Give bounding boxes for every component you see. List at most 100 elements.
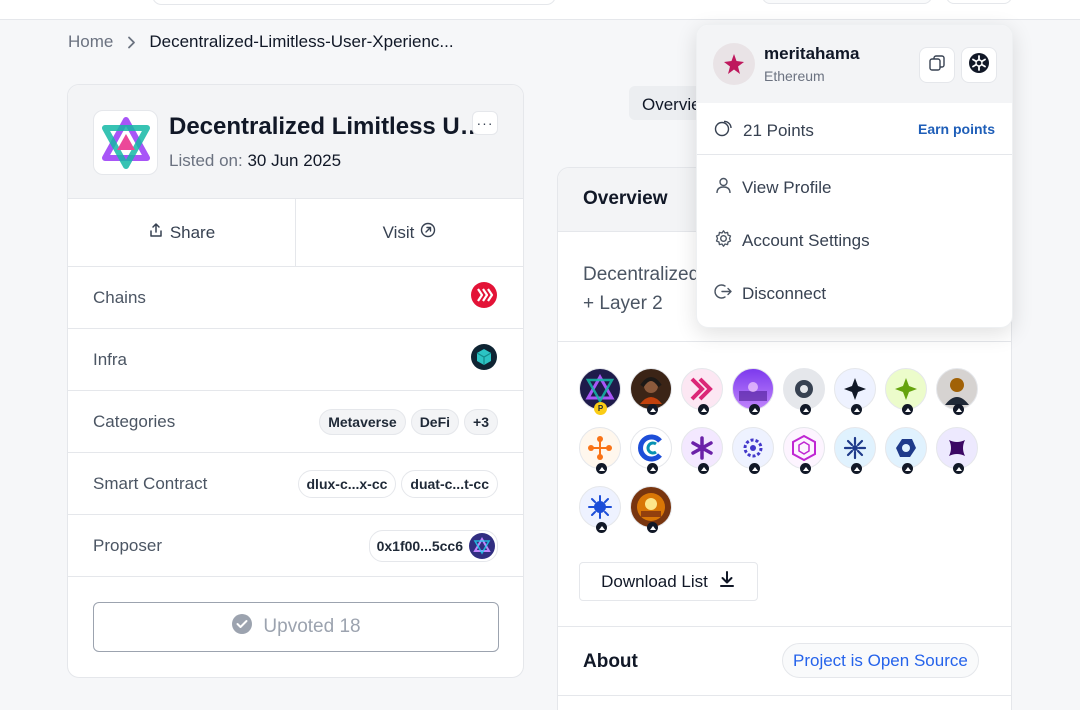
menu-item-view-profile[interactable]: View Profile [697,161,1012,214]
chain-switch-button[interactable] [961,47,997,83]
logout-icon [714,282,733,306]
top-header [0,0,1080,20]
supporter-avatar[interactable] [630,368,672,415]
copy-address-button[interactable] [919,47,955,83]
chevron-right-icon [127,36,136,49]
download-list-label: Download List [601,571,708,591]
network-icon [968,52,990,79]
supporter-avatar[interactable] [783,427,825,474]
project-header: Decentralized Limitless User Xperience ·… [68,85,523,199]
view-profile-label: View Profile [742,177,832,197]
supporter-avatar[interactable] [834,368,876,415]
proposer-avatar [469,532,495,559]
upvote-arrow-icon [698,404,709,415]
upvote-label: Upvoted 18 [263,616,361,637]
about-section: About Project is Open Source [558,626,1011,696]
upvote-arrow-icon [596,463,607,474]
proposer-row: Proposer 0x1f00...5cc6 [68,515,523,577]
more-options-button[interactable]: ··· [472,111,498,135]
points-display: 21 Points [714,118,814,143]
project-logo [93,110,158,175]
supporter-avatar[interactable] [681,427,723,474]
disconnect-label: Disconnect [742,283,827,303]
upvote-arrow-icon [749,463,760,474]
upvote-arrow-icon [800,404,811,415]
upvote-arrow-icon [902,463,913,474]
category-chip[interactable]: DeFi [410,408,460,435]
user-summary: meritahama Ethereum [697,25,1012,103]
user-menu-items: View Profile Account Settings Disconnect [697,155,1012,320]
hive-chain-icon[interactable] [470,281,498,314]
project-title: Decentralized Limitless User Xperience [169,113,495,140]
supporter-avatar[interactable] [732,368,774,415]
earn-points-link[interactable]: Earn points [918,121,995,137]
supporter-avatar[interactable] [936,427,978,474]
download-icon [718,570,736,593]
infra-cube-icon[interactable] [470,343,498,376]
listed-date: Listed on: 30 Jun 2025 [169,151,341,171]
supporter-avatar[interactable] [885,427,927,474]
upvote-arrow-icon [902,404,913,415]
supporter-avatar[interactable] [783,368,825,415]
breadcrumb-home-link[interactable]: Home [68,32,113,52]
visit-button[interactable]: Visit [296,199,523,266]
proposer-badge-icon: P [594,402,607,415]
upvote-arrow-icon [647,463,658,474]
visit-label: Visit [382,222,415,242]
upvote-arrow-icon [698,463,709,474]
points-value: 21 Points [743,120,814,140]
breadcrumb-current: Decentralized-Limitless-User-Xperienc... [149,32,454,51]
search-bar[interactable] [152,0,556,5]
share-button[interactable]: Share [68,199,296,266]
upvote-arrow-icon [851,404,862,415]
smart-contract-row: Smart Contract dlux-c...x-cc duat-c...t-… [68,453,523,515]
category-chip[interactable]: Metaverse [319,408,406,435]
breadcrumb: Home Decentralized-Limitless-User-Xperie… [68,32,454,52]
upvote-arrow-icon [953,463,964,474]
supporter-avatar[interactable] [630,486,672,533]
user-icon [714,176,733,200]
supporter-avatar[interactable] [630,427,672,474]
external-link-icon [420,222,436,243]
supporter-avatar[interactable] [681,368,723,415]
wallet-button[interactable] [762,0,932,4]
category-more-chip[interactable]: +3 [464,408,498,435]
proposer-address-chip[interactable]: 0x1f00...5cc6 [368,529,498,562]
contract-chip[interactable]: duat-c...t-cc [401,469,498,498]
infra-row: Infra [68,329,523,391]
listed-date-value: 30 Jun 2025 [247,151,342,170]
about-title: About [583,651,638,672]
upvote-arrow-icon [647,404,658,415]
menu-item-account-settings[interactable]: Account Settings [697,214,1012,267]
share-icon [148,222,164,243]
download-list-button[interactable]: Download List [579,562,758,601]
project-card: Decentralized Limitless User Xperience ·… [67,84,524,678]
points-icon [714,118,734,143]
project-actions: Share Visit [68,199,523,267]
user-dropdown-menu: meritahama Ethereum 21 Points Earn point… [696,24,1013,328]
supporter-avatar[interactable] [579,427,621,474]
proposer-label: Proposer [93,535,162,555]
supporter-avatar[interactable] [834,427,876,474]
contract-chip[interactable]: dlux-c...x-cc [297,469,397,498]
gear-icon [714,229,733,253]
categories-label: Categories [93,411,176,431]
user-avatar [713,43,755,85]
infra-label: Infra [93,349,128,369]
supporter-avatar[interactable]: P [579,368,621,415]
menu-button[interactable] [946,0,1012,4]
upvote-arrow-icon [851,463,862,474]
supporter-avatar[interactable] [885,368,927,415]
supporter-avatar[interactable] [579,486,621,533]
upvote-arrow-icon [647,522,658,533]
menu-item-disconnect[interactable]: Disconnect [697,267,1012,320]
supporter-avatar[interactable] [936,368,978,415]
share-label: Share [169,222,216,242]
account-settings-label: Account Settings [742,230,870,250]
upvote-button[interactable]: Upvoted 18 [93,602,499,652]
user-chain: Ethereum [764,68,825,84]
copy-icon [928,54,946,77]
supporter-avatar[interactable] [732,427,774,474]
open-source-badge: Project is Open Source [782,643,979,678]
categories-row: Categories Metaverse DeFi +3 [68,391,523,453]
